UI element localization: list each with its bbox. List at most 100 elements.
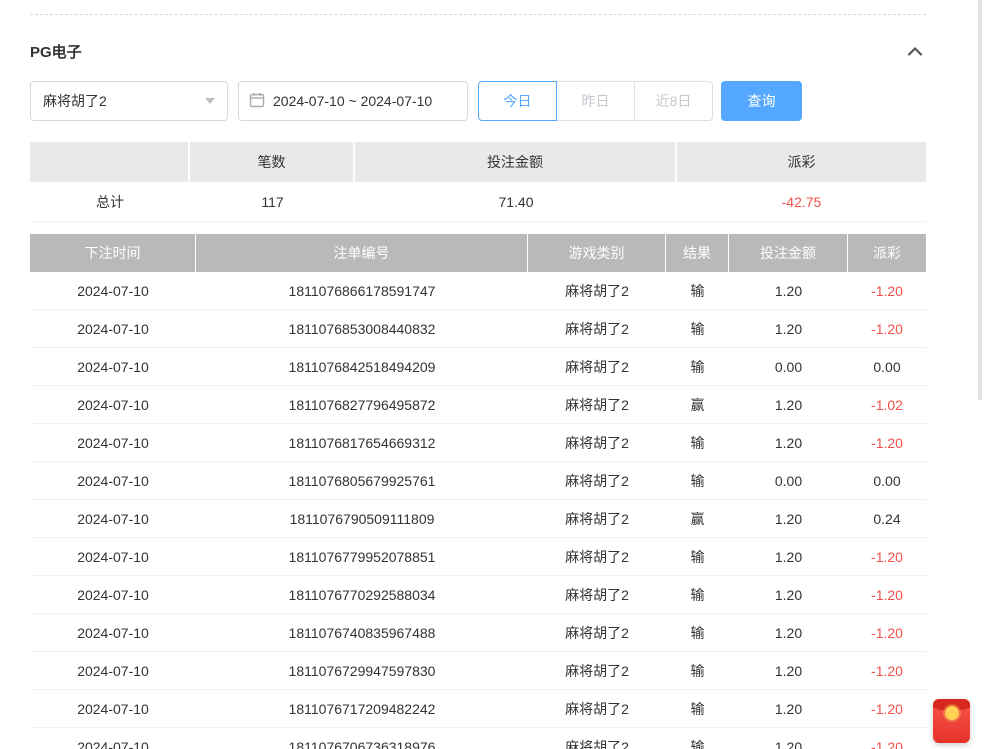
cell-game-type: 麻将胡了2 bbox=[528, 424, 666, 461]
summary-row: 总计 117 71.40 -42.75 bbox=[30, 182, 926, 222]
cell-result: 输 bbox=[666, 652, 729, 689]
cell-result: 输 bbox=[666, 348, 729, 385]
cell-bet-time: 2024-07-10 bbox=[30, 538, 196, 575]
section-header: PG电子 bbox=[30, 41, 926, 61]
cell-result: 输 bbox=[666, 462, 729, 499]
cell-payout: -1.20 bbox=[848, 538, 926, 575]
cell-bet-time: 2024-07-10 bbox=[30, 576, 196, 613]
search-button[interactable]: 查询 bbox=[721, 81, 802, 121]
header-payout: 派彩 bbox=[848, 234, 926, 272]
cell-order-number: 1811076729947597830 bbox=[196, 652, 528, 689]
header-result: 结果 bbox=[666, 234, 729, 272]
table-row: 2024-07-101811076805679925761麻将胡了2输0.000… bbox=[30, 462, 926, 500]
summary-table: 笔数 投注金额 派彩 总计 117 71.40 -42.75 bbox=[30, 142, 926, 222]
cell-game-type: 麻将胡了2 bbox=[528, 538, 666, 575]
cell-bet-time: 2024-07-10 bbox=[30, 386, 196, 423]
cell-order-number: 1811076779952078851 bbox=[196, 538, 528, 575]
table-row: 2024-07-101811076729947597830麻将胡了2输1.20-… bbox=[30, 652, 926, 690]
red-envelope-coin-icon bbox=[945, 706, 959, 720]
summary-header-blank bbox=[30, 142, 190, 182]
cell-payout: -1.02 bbox=[848, 386, 926, 423]
table-row: 2024-07-101811076740835967488麻将胡了2输1.20-… bbox=[30, 614, 926, 652]
cell-bet-amount: 1.20 bbox=[729, 652, 848, 689]
cell-result: 输 bbox=[666, 576, 729, 613]
quick-range-group: 今日 昨日 近8日 bbox=[478, 81, 713, 121]
header-bet-time: 下注时间 bbox=[30, 234, 196, 272]
summary-count-value: 117 bbox=[190, 182, 355, 221]
cell-payout: -1.20 bbox=[848, 272, 926, 309]
cell-result: 赢 bbox=[666, 386, 729, 423]
records-table: 下注时间 注单编号 游戏类别 结果 投注金额 派彩 2024-07-101811… bbox=[30, 234, 926, 749]
cell-payout: -1.20 bbox=[848, 728, 926, 749]
chevron-up-icon bbox=[906, 46, 924, 61]
header-order-number: 注单编号 bbox=[196, 234, 528, 272]
cell-bet-amount: 1.20 bbox=[729, 576, 848, 613]
game-select-value: 麻将胡了2 bbox=[43, 91, 107, 111]
table-row: 2024-07-101811076866178591747麻将胡了2输1.20-… bbox=[30, 272, 926, 310]
cell-result: 输 bbox=[666, 538, 729, 575]
section-collapse-button[interactable] bbox=[904, 42, 926, 60]
calendar-icon bbox=[249, 92, 265, 111]
cell-payout: -1.20 bbox=[848, 690, 926, 727]
cell-payout: -1.20 bbox=[848, 652, 926, 689]
cell-bet-amount: 0.00 bbox=[729, 348, 848, 385]
cell-bet-time: 2024-07-10 bbox=[30, 500, 196, 537]
cell-bet-time: 2024-07-10 bbox=[30, 348, 196, 385]
cell-result: 输 bbox=[666, 424, 729, 461]
content-area: PG电子 麻将胡了2 2024-07-10 ~ 2024-07-10 今日 昨 bbox=[30, 0, 926, 749]
cell-game-type: 麻将胡了2 bbox=[528, 500, 666, 537]
scrollbar-thumb[interactable] bbox=[978, 0, 982, 400]
cell-order-number: 1811076790509111809 bbox=[196, 500, 528, 537]
cell-bet-amount: 1.20 bbox=[729, 424, 848, 461]
quick-button-today[interactable]: 今日 bbox=[478, 81, 557, 121]
cell-result: 赢 bbox=[666, 500, 729, 537]
cell-bet-time: 2024-07-10 bbox=[30, 272, 196, 309]
summary-header-count: 笔数 bbox=[190, 142, 355, 182]
records-table-header: 下注时间 注单编号 游戏类别 结果 投注金额 派彩 bbox=[30, 234, 926, 272]
cell-game-type: 麻将胡了2 bbox=[528, 310, 666, 347]
cell-result: 输 bbox=[666, 690, 729, 727]
cell-payout: -1.20 bbox=[848, 424, 926, 461]
cell-order-number: 1811076740835967488 bbox=[196, 614, 528, 651]
cell-payout: -1.20 bbox=[848, 614, 926, 651]
page: PG电子 麻将胡了2 2024-07-10 ~ 2024-07-10 今日 昨 bbox=[0, 0, 984, 749]
cell-payout: -1.20 bbox=[848, 310, 926, 347]
cell-order-number: 1811076817654669312 bbox=[196, 424, 528, 461]
cell-game-type: 麻将胡了2 bbox=[528, 728, 666, 749]
table-row: 2024-07-101811076706736318976麻将胡了2输1.20-… bbox=[30, 728, 926, 749]
red-envelope-button[interactable] bbox=[933, 699, 970, 743]
cell-bet-time: 2024-07-10 bbox=[30, 690, 196, 727]
summary-header-bet-amount: 投注金额 bbox=[355, 142, 677, 182]
table-row: 2024-07-101811076842518494209麻将胡了2输0.000… bbox=[30, 348, 926, 386]
cell-order-number: 1811076706736318976 bbox=[196, 728, 528, 749]
cell-bet-time: 2024-07-10 bbox=[30, 728, 196, 749]
header-bet-amount: 投注金额 bbox=[729, 234, 848, 272]
cell-game-type: 麻将胡了2 bbox=[528, 272, 666, 309]
cell-game-type: 麻将胡了2 bbox=[528, 462, 666, 499]
cell-bet-time: 2024-07-10 bbox=[30, 652, 196, 689]
scrollbar-track bbox=[976, 0, 984, 749]
cell-game-type: 麻将胡了2 bbox=[528, 652, 666, 689]
cell-game-type: 麻将胡了2 bbox=[528, 348, 666, 385]
cell-bet-time: 2024-07-10 bbox=[30, 424, 196, 461]
cell-order-number: 1811076717209482242 bbox=[196, 690, 528, 727]
game-select[interactable]: 麻将胡了2 bbox=[30, 81, 228, 121]
table-body: 2024-07-101811076866178591747麻将胡了2输1.20-… bbox=[30, 272, 926, 749]
cell-bet-amount: 1.20 bbox=[729, 614, 848, 651]
cell-bet-amount: 1.20 bbox=[729, 690, 848, 727]
quick-button-yesterday[interactable]: 昨日 bbox=[556, 81, 635, 121]
cell-bet-time: 2024-07-10 bbox=[30, 614, 196, 651]
date-range-picker[interactable]: 2024-07-10 ~ 2024-07-10 bbox=[238, 81, 468, 121]
quick-button-last8days[interactable]: 近8日 bbox=[634, 81, 713, 121]
summary-total-label: 总计 bbox=[30, 182, 190, 221]
table-row: 2024-07-101811076779952078851麻将胡了2输1.20-… bbox=[30, 538, 926, 576]
caret-down-icon bbox=[205, 98, 215, 104]
table-row: 2024-07-101811076717209482242麻将胡了2输1.20-… bbox=[30, 690, 926, 728]
cell-result: 输 bbox=[666, 614, 729, 651]
cell-order-number: 1811076827796495872 bbox=[196, 386, 528, 423]
cell-order-number: 1811076853008440832 bbox=[196, 310, 528, 347]
summary-payout-value: -42.75 bbox=[677, 182, 926, 221]
cell-bet-time: 2024-07-10 bbox=[30, 462, 196, 499]
section-title: PG电子 bbox=[30, 41, 82, 62]
cell-result: 输 bbox=[666, 310, 729, 347]
